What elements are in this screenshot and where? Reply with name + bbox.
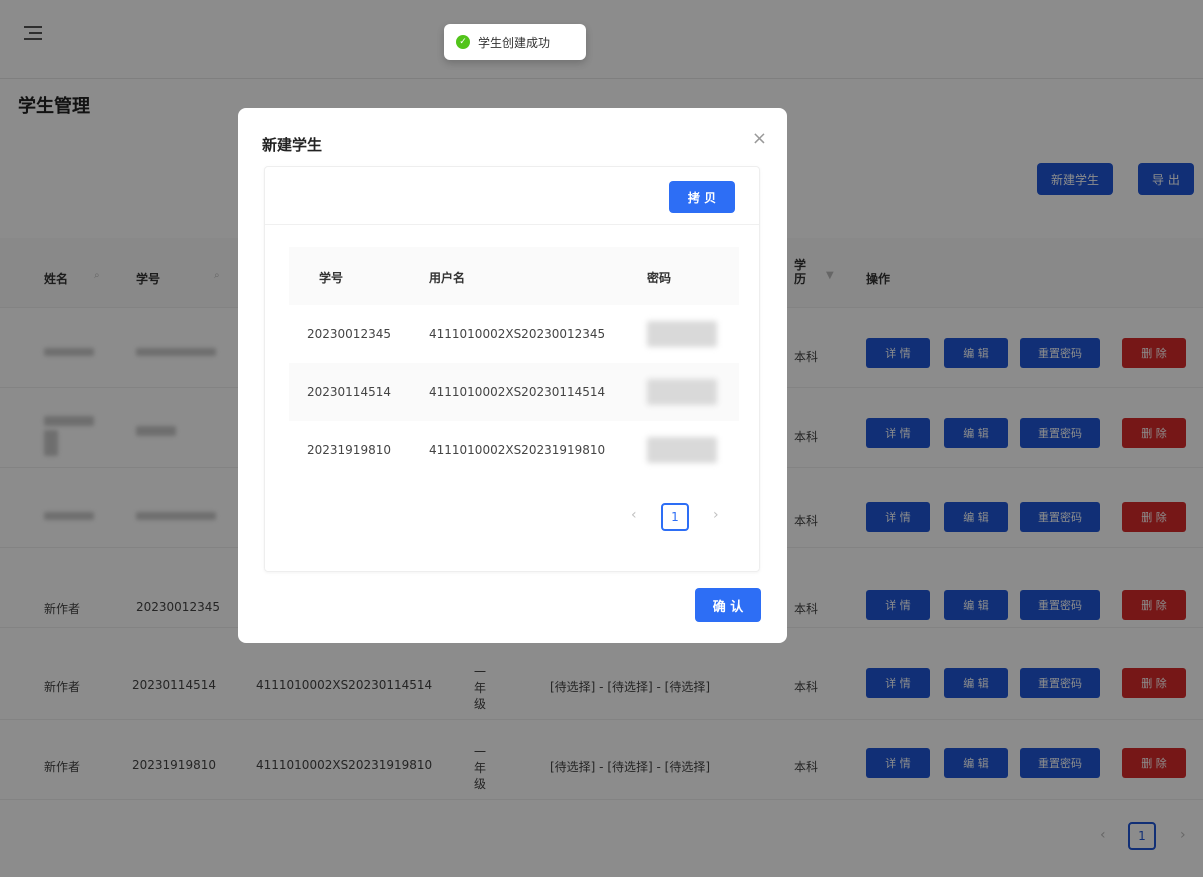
prev-page-icon[interactable]: ‹	[631, 507, 637, 523]
blurred-password	[647, 321, 717, 347]
modal-title: 新建学生	[262, 136, 323, 154]
th-password: 密码	[647, 271, 672, 285]
card-toolbar: 拷 贝	[265, 167, 759, 225]
toast-message: 学生创建成功	[478, 35, 551, 50]
student-id-cell: 20230114514	[307, 385, 391, 399]
blurred-password	[647, 437, 717, 463]
student-id-cell: 20231919810	[307, 443, 391, 457]
username-cell: 4111010002XS20230114514	[429, 385, 606, 399]
confirm-button[interactable]: 确 认	[695, 588, 761, 622]
credentials-table-header: 学号 用户名 密码	[289, 247, 739, 305]
check-circle-icon: ✓	[456, 35, 470, 49]
credentials-card: 拷 贝 学号 用户名 密码 20230012345 4111010002XS20…	[264, 166, 760, 572]
student-id-cell: 20230012345	[307, 327, 391, 341]
username-cell: 4111010002XS20231919810	[429, 443, 606, 457]
close-icon[interactable]: ×	[752, 128, 767, 149]
username-cell: 4111010002XS20230012345	[429, 327, 606, 341]
pagination-page-1[interactable]: 1	[661, 503, 689, 531]
next-page-icon[interactable]: ›	[713, 507, 719, 523]
copy-button[interactable]: 拷 贝	[669, 181, 735, 213]
blurred-password	[647, 379, 717, 405]
success-toast: ✓ 学生创建成功	[444, 24, 586, 60]
new-student-modal: 新建学生 × 拷 贝 学号 用户名 密码 20230012345 4111010…	[238, 108, 787, 643]
th-student-id: 学号	[319, 271, 344, 285]
table-row: 20231919810 4111010002XS20231919810	[289, 421, 739, 479]
table-row: 20230012345 4111010002XS20230012345	[289, 305, 739, 363]
th-username: 用户名	[429, 271, 466, 285]
table-row: 20230114514 4111010002XS20230114514	[289, 363, 739, 421]
